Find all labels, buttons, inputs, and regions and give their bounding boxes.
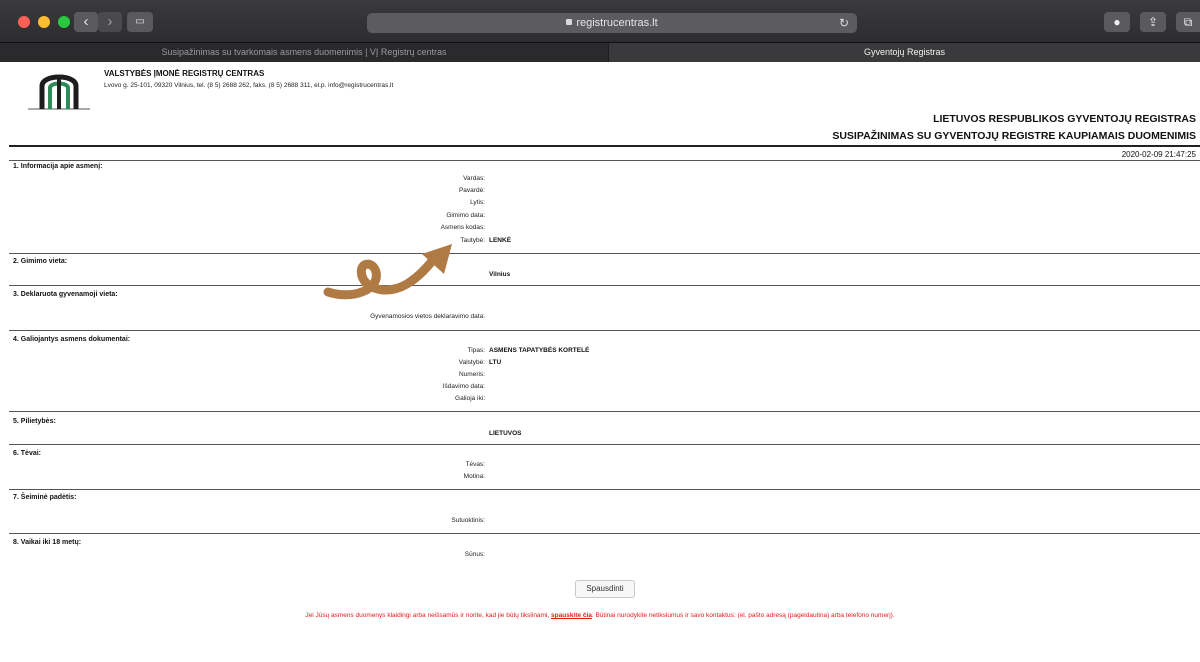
label-valstybe: Valstybė:	[458, 359, 485, 366]
section-divider	[9, 533, 1200, 534]
label-lytis: Lytis:	[470, 199, 485, 206]
close-window-button[interactable]	[18, 16, 30, 28]
label-numeris: Numeris:	[458, 371, 485, 378]
notice-text-before: Jei Jūsų asmens duomenys klaidingi arba …	[305, 612, 550, 619]
browser-toolbar: ‹ › ▭ registrucentras.lt ↻ ● ⇪ ⧉	[0, 0, 1200, 42]
label-pavarde: Pavardė:	[458, 187, 485, 194]
section-divider	[9, 489, 1200, 490]
chevron-right-icon: ›	[107, 13, 113, 30]
organization-name: VALSTYBĖS ĮMONĖ REGISTRŲ CENTRAS	[104, 69, 265, 78]
label-tautybe: Tautybė:	[460, 237, 485, 244]
correction-link[interactable]: spauskite čia	[551, 612, 592, 619]
label-asmens-kodas: Asmens kodas:	[440, 224, 485, 231]
label-sunus: Sūnus:	[464, 551, 485, 558]
value-pilietybe: LIETUVOS	[489, 430, 522, 437]
section-divider	[9, 411, 1200, 412]
registru-centras-logo	[28, 74, 90, 110]
section-3-title: 3. Deklaruota gyvenamoji vieta:	[13, 291, 118, 298]
label-isdavimo-data: Išdavimo data:	[442, 383, 485, 390]
notice-text-after: . Būtinai nurodykite netikslumus ir savo…	[591, 612, 895, 619]
lock-icon	[566, 19, 573, 26]
back-button[interactable]: ‹	[74, 12, 98, 32]
organization-address: Lvovo g. 25-101, 09320 Vilnius, tel. (8 …	[104, 82, 394, 89]
section-divider	[9, 285, 1200, 286]
sidebar-toggle-button[interactable]: ▭	[127, 12, 153, 32]
download-icon: ●	[1113, 15, 1121, 29]
tab-gyventoju-registras[interactable]: Gyventojų Registras	[609, 43, 1200, 62]
minimize-window-button[interactable]	[38, 16, 50, 28]
zoom-window-button[interactable]	[58, 16, 70, 28]
curly-arrow-annotation	[323, 244, 452, 300]
value-tautybe: LENKĖ	[489, 237, 512, 244]
section-divider	[9, 330, 1200, 331]
label-tipas: Tipas:	[467, 347, 485, 354]
value-gimimo-vieta: Vilnius	[489, 271, 511, 278]
tabs-overview-button[interactable]: ⧉	[1176, 12, 1200, 32]
section-1-title: 1. Informacija apie asmenį:	[13, 163, 103, 170]
tab-susipazinimas[interactable]: Susipažinimas su tvarkomais asmens duome…	[0, 43, 608, 62]
chevron-left-icon: ‹	[83, 13, 89, 30]
section-divider	[9, 253, 1200, 254]
address-bar[interactable]: registrucentras.lt ↻	[367, 13, 857, 33]
section-7-title: 7. Šeiminė padėtis:	[13, 494, 77, 501]
print-button[interactable]: Spausdinti	[575, 580, 635, 598]
register-title: LIETUVOS RESPUBLIKOS GYVENTOJŲ REGISTRAS…	[832, 111, 1196, 145]
label-galioja-iki: Galioja iki:	[455, 395, 485, 402]
header-divider	[9, 145, 1200, 147]
value-tipas: ASMENS TAPATYBĖS KORTELĖ	[489, 347, 590, 354]
downloads-button[interactable]: ●	[1104, 12, 1130, 32]
share-button[interactable]: ⇪	[1140, 12, 1166, 32]
section-4-title: 4. Galiojantys asmens dokumentai:	[13, 336, 131, 343]
share-icon: ⇪	[1147, 15, 1159, 29]
value-valstybe: LTU	[489, 359, 502, 366]
label-sutuoktinis: Sutuoktinis:	[451, 517, 485, 524]
label-motina: Motina:	[463, 473, 485, 480]
label-tevas: Tėvas:	[465, 461, 485, 468]
sidebar-icon: ▭	[135, 16, 145, 27]
section-5-title: 5. Pilietybės:	[13, 418, 56, 425]
label-gimimo-data: Gimimo data:	[446, 212, 485, 219]
section-2-title: 2. Gimimo vieta:	[13, 258, 68, 265]
register-title-line1: LIETUVOS RESPUBLIKOS GYVENTOJŲ REGISTRAS	[933, 113, 1196, 125]
url-text: registrucentras.lt	[576, 17, 658, 29]
register-title-line2: SUSIPAŽINIMAS SU GYVENTOJŲ REGISTRE KAUP…	[832, 130, 1196, 142]
report-datetime: 2020-02-09 21:47:25	[1121, 150, 1196, 159]
section-divider	[9, 160, 1200, 161]
tabs-icon: ⧉	[1183, 15, 1193, 29]
label-vardas: Vardas:	[463, 175, 485, 182]
section-8-title: 8. Vaikai iki 18 metų:	[13, 539, 82, 546]
forward-button[interactable]: ›	[98, 12, 122, 32]
tab-bar: Susipažinimas su tvarkomais asmens duome…	[0, 42, 1200, 62]
correction-notice: Jei Jūsų asmens duomenys klaidingi arba …	[0, 612, 1200, 619]
label-deklaravimo-data: Gyvenamosios vietos deklaravimo data:	[370, 313, 485, 320]
section-6-title: 6. Tėvai:	[13, 450, 42, 457]
section-divider	[9, 444, 1200, 445]
reload-icon[interactable]: ↻	[839, 13, 849, 33]
